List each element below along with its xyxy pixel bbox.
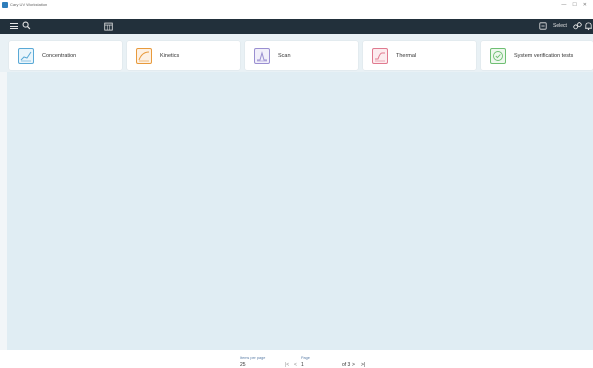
page-label: Page	[301, 356, 310, 360]
tile-label: Scan	[278, 52, 291, 59]
close-button[interactable]: ✕	[583, 2, 587, 8]
main-content-area	[7, 72, 593, 350]
window-title: Cary UV Workstation	[10, 2, 48, 7]
link-icon[interactable]	[573, 21, 582, 31]
tile-concentration[interactable]: Concentration	[9, 41, 122, 70]
page-count-text: of 3	[342, 362, 351, 368]
kinetics-icon	[136, 47, 152, 64]
select-button[interactable]: Select	[553, 23, 567, 29]
previous-page-button[interactable]: <	[294, 362, 297, 368]
last-page-button[interactable]: >|	[361, 362, 365, 368]
pagination-footer: Items per page 25 Page |< < 1 of 3 > >|	[0, 350, 593, 368]
top-toolbar: Select	[0, 19, 593, 34]
left-margin	[0, 72, 7, 350]
scan-icon	[254, 47, 270, 64]
concentration-icon	[18, 47, 34, 64]
tile-thermal[interactable]: Thermal	[363, 41, 476, 70]
tile-label: System verification tests	[514, 52, 574, 59]
tile-label: Kinetics	[160, 52, 180, 59]
calendar-view-icon[interactable]	[104, 22, 113, 31]
select-icon[interactable]	[539, 22, 547, 30]
app-icon	[2, 1, 8, 8]
first-page-button[interactable]: |<	[285, 362, 289, 368]
method-tiles: Concentration Kinetics Scan Thermal Syst…	[0, 34, 593, 72]
next-page-button[interactable]: >	[352, 362, 355, 368]
page-number-input[interactable]: 1	[301, 362, 304, 368]
tile-scan[interactable]: Scan	[245, 41, 358, 70]
tile-label: Thermal	[396, 52, 417, 59]
thermal-icon	[372, 47, 388, 64]
maximize-button[interactable]: ☐	[572, 2, 576, 8]
tile-kinetics[interactable]: Kinetics	[127, 41, 240, 70]
tile-label: Concentration	[42, 52, 77, 59]
notification-bell-icon[interactable]	[584, 21, 593, 31]
search-icon[interactable]	[22, 21, 31, 30]
window-controls: — ☐ ✕	[561, 2, 587, 8]
items-per-page-select[interactable]: 25	[240, 362, 246, 368]
minimize-button[interactable]: —	[561, 2, 566, 8]
items-per-page-label: Items per page	[240, 356, 266, 360]
tile-system-verification-tests[interactable]: System verification tests	[481, 41, 593, 70]
title-bar: Cary UV Workstation — ☐ ✕	[0, 0, 593, 9]
hamburger-menu-icon[interactable]	[10, 22, 18, 30]
verification-check-icon	[490, 47, 506, 64]
